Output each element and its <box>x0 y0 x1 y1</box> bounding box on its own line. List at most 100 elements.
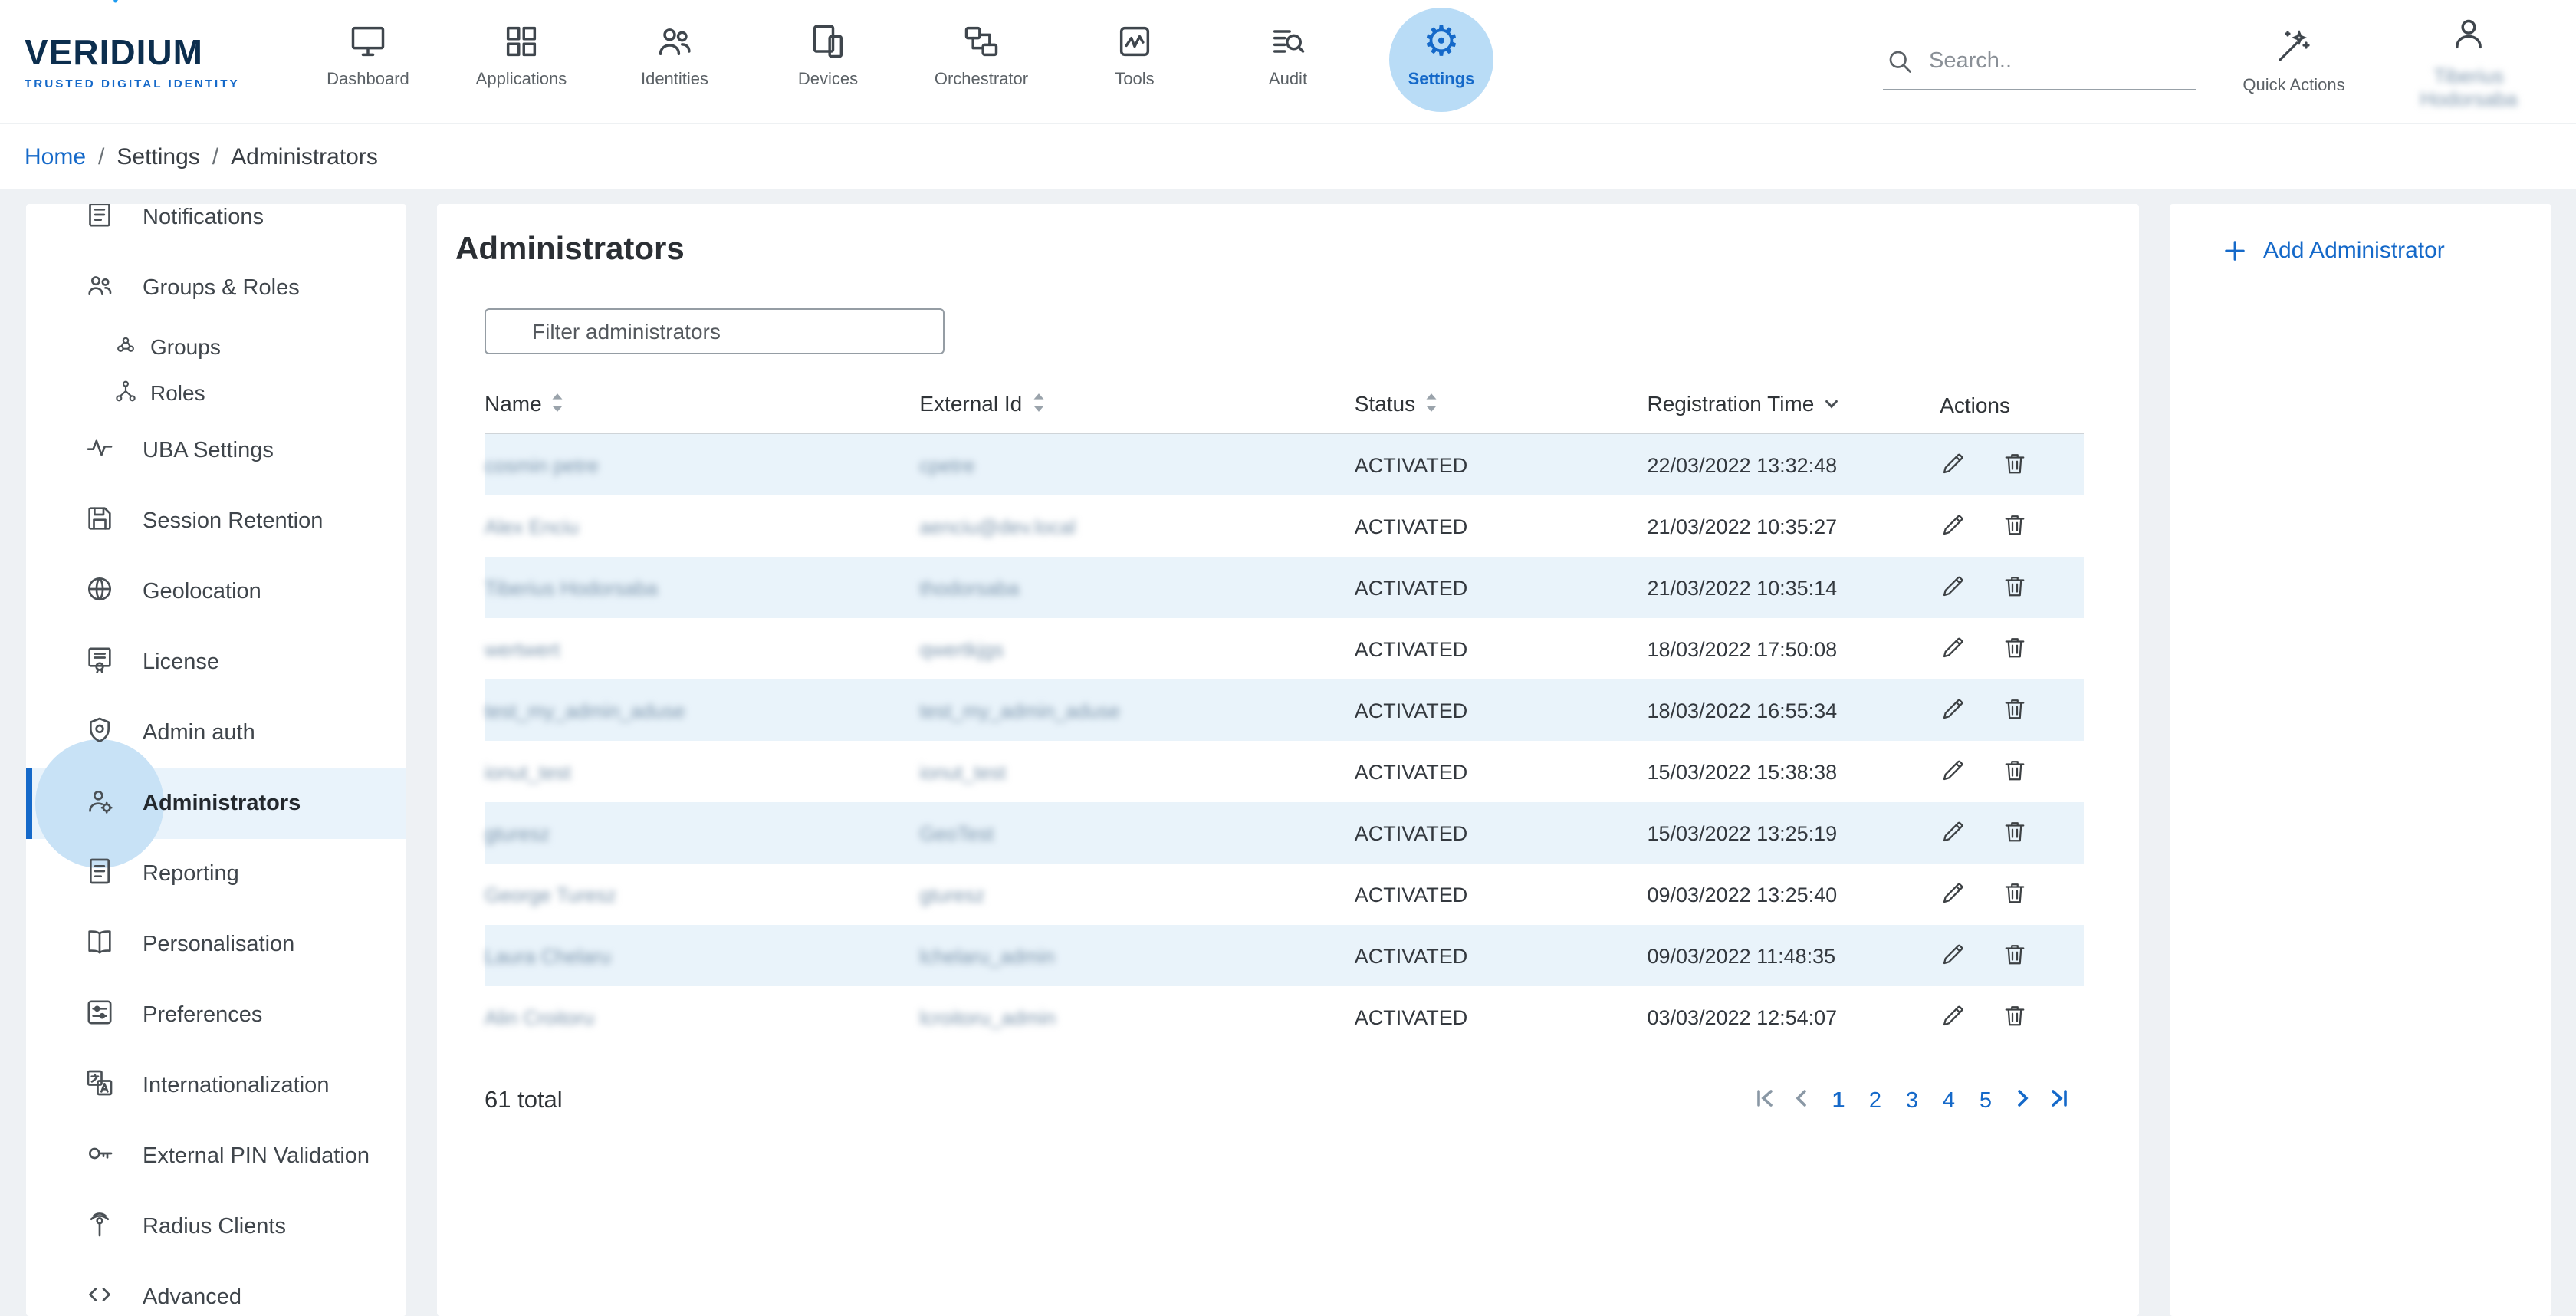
nav-item-orchestrator[interactable]: Orchestrator <box>905 0 1058 123</box>
edit-button[interactable] <box>1940 510 1967 542</box>
nav-item-label: Dashboard <box>291 71 445 89</box>
pencil-icon <box>1940 642 1967 665</box>
veridium-logo[interactable]: VERIDIUM ✓ TRUSTED DIGITAL IDENTITY <box>25 32 270 90</box>
pagination-page-3[interactable]: 3 <box>1897 1085 1927 1116</box>
sidebar-item-session-retention[interactable]: Session Retention <box>26 486 406 557</box>
edit-button[interactable] <box>1940 817 1967 849</box>
sidebar-item-groups[interactable]: Groups <box>26 324 406 370</box>
pagination-page-1[interactable]: 1 <box>1823 1085 1854 1116</box>
cell-external-id: test_my_admin_aduse <box>919 679 1354 741</box>
admin-person-icon <box>84 785 115 822</box>
monitor-icon <box>291 18 445 64</box>
add-administrator-label: Add Administrator <box>2263 238 2445 264</box>
clipboard-list-icon <box>84 204 115 236</box>
delete-button[interactable] <box>2001 755 2029 788</box>
cell-status: ACTIVATED <box>1355 802 1648 864</box>
user-name: Tiberius Hodorsaba <box>2392 64 2545 110</box>
nav-item-applications[interactable]: Applications <box>445 0 598 123</box>
column-header-registration-time[interactable]: Registration Time <box>1647 379 1940 433</box>
cell-external-id: GeoTest <box>919 802 1354 864</box>
filter-administrators-input[interactable] <box>485 308 945 354</box>
nav-item-settings[interactable]: ⚙ Settings <box>1365 0 1518 123</box>
delete-button[interactable] <box>2001 571 2029 604</box>
sidebar-item-internationalization[interactable]: Internationalization <box>26 1051 406 1121</box>
sidebar-item-uba-settings[interactable]: UBA Settings <box>26 416 406 486</box>
sidebar-item-radius-clients[interactable]: Radius Clients <box>26 1192 406 1262</box>
sidebar-item-advanced[interactable]: Advanced <box>26 1262 406 1316</box>
edit-button[interactable] <box>1940 1001 1967 1033</box>
delete-button[interactable] <box>2001 510 2029 542</box>
settings-sidebar: Notifications Groups & Roles Groups Role… <box>26 204 406 1316</box>
column-header-actions: Actions <box>1940 379 2084 433</box>
nav-item-audit[interactable]: Audit <box>1211 0 1365 123</box>
pencil-icon <box>1940 887 1967 910</box>
sidebar-item-roles[interactable]: Roles <box>26 370 406 416</box>
user-menu[interactable]: Tiberius Hodorsaba <box>2392 13 2545 110</box>
edit-button[interactable] <box>1940 571 1967 604</box>
edit-button[interactable] <box>1940 755 1967 788</box>
cell-name: ionut_test <box>485 741 919 802</box>
edit-button[interactable] <box>1940 878 1967 910</box>
column-header-name[interactable]: Name <box>485 379 919 433</box>
cell-status: ACTIVATED <box>1355 925 1648 986</box>
sidebar-item-license[interactable]: License <box>26 627 406 698</box>
nav-item-label: Devices <box>751 71 905 89</box>
sidebar-item-preferences[interactable]: Preferences <box>26 980 406 1051</box>
pencil-icon <box>1940 949 1967 972</box>
report-icon <box>84 856 115 893</box>
cell-actions <box>1940 618 2084 679</box>
column-header-status[interactable]: Status <box>1355 379 1648 433</box>
cell-registration-time: 21/03/2022 10:35:14 <box>1647 557 1940 618</box>
sidebar-item-label: Advanced <box>143 1285 242 1310</box>
cell-external-id: qwertkjgs <box>919 618 1354 679</box>
breadcrumb-home[interactable]: Home <box>25 143 86 169</box>
cell-status: ACTIVATED <box>1355 495 1648 557</box>
sidebar-item-geolocation[interactable]: Geolocation <box>26 557 406 627</box>
delete-button[interactable] <box>2001 694 2029 726</box>
sidebar-item-label: Session Retention <box>143 509 323 534</box>
breadcrumb-separator: / <box>212 143 219 169</box>
search-input[interactable] <box>1926 47 2193 74</box>
sidebar-item-groups-roles[interactable]: Groups & Roles <box>26 253 406 324</box>
trash-icon <box>2001 703 2029 726</box>
quick-actions-button[interactable]: Quick Actions <box>2217 28 2371 95</box>
pencil-icon <box>1940 519 1967 542</box>
tune-icon <box>84 997 115 1034</box>
cell-external-id: lcroitoru_admin <box>919 986 1354 1048</box>
pagination-first-button[interactable] <box>1750 1084 1780 1117</box>
table-row: Alin Croitoru lcroitoru_admin ACTIVATED … <box>485 986 2084 1048</box>
pagination-page-2[interactable]: 2 <box>1860 1085 1891 1116</box>
delete-button[interactable] <box>2001 878 2029 910</box>
sidebar-item-label: Geolocation <box>143 580 261 604</box>
delete-button[interactable] <box>2001 633 2029 665</box>
nav-item-devices[interactable]: Devices <box>751 0 905 123</box>
edit-button[interactable] <box>1940 939 1967 972</box>
pagination-next-button[interactable] <box>2007 1084 2038 1117</box>
column-header-external-id[interactable]: External Id <box>919 379 1354 433</box>
delete-button[interactable] <box>2001 1001 2029 1033</box>
nav-item-identities[interactable]: Identities <box>598 0 751 123</box>
edit-button[interactable] <box>1940 449 1967 481</box>
edit-button[interactable] <box>1940 694 1967 726</box>
sidebar-item-external-pin-validation[interactable]: External PIN Validation <box>26 1121 406 1192</box>
nav-item-dashboard[interactable]: Dashboard <box>291 0 445 123</box>
cell-status: ACTIVATED <box>1355 433 1648 495</box>
pagination-page-5[interactable]: 5 <box>1970 1085 2001 1116</box>
pagination-last-button[interactable] <box>2044 1084 2075 1117</box>
cell-status: ACTIVATED <box>1355 557 1648 618</box>
delete-button[interactable] <box>2001 449 2029 481</box>
gear-icon: ⚙ <box>1365 18 1518 64</box>
add-administrator-button[interactable]: Add Administrator <box>2170 238 2551 264</box>
search-icon <box>1886 47 1914 74</box>
cell-name: wertwert <box>485 618 919 679</box>
nav-item-tools[interactable]: Tools <box>1058 0 1211 123</box>
hierarchy-icon <box>113 378 138 407</box>
breadcrumb-settings[interactable]: Settings <box>117 143 199 169</box>
delete-button[interactable] <box>2001 939 2029 972</box>
delete-button[interactable] <box>2001 817 2029 849</box>
sidebar-item-notifications[interactable]: Notifications <box>26 204 406 253</box>
pagination-prev-button[interactable] <box>1786 1084 1817 1117</box>
edit-button[interactable] <box>1940 633 1967 665</box>
pagination-page-4[interactable]: 4 <box>1934 1085 1964 1116</box>
sidebar-item-personalisation[interactable]: Personalisation <box>26 910 406 980</box>
